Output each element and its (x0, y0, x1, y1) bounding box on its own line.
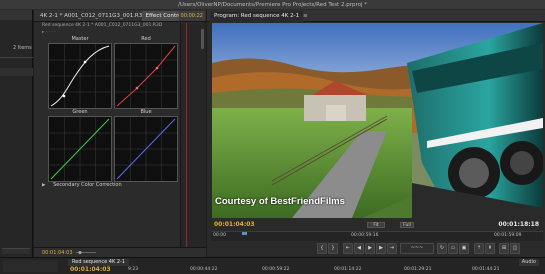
step-forward-icon[interactable]: ▶ (376, 243, 386, 254)
zoom-slider-icon[interactable] (76, 250, 96, 255)
secondary-cc-label: Secondary Color Correction (53, 182, 122, 188)
tab-timeline-sequence[interactable]: Red sequence 4K 2-1 (68, 259, 129, 266)
effect-controls-subrow: ▸ · · · · (42, 28, 142, 35)
window-title: /Users/OliverNP/Documents/Premiere Pro P… (0, 0, 545, 10)
curve-label-green: Green (72, 109, 88, 115)
tab-menu-icon[interactable]: ≡ (303, 11, 308, 22)
timeline-tick-label: 00:00:59:22 (262, 267, 290, 272)
curve-blue[interactable] (114, 116, 178, 182)
program-duration-timecode: 00:01:18:18 (498, 221, 539, 228)
tab-program-monitor[interactable]: Program: Red sequence 4K 2-1 (210, 11, 304, 22)
program-time-row: 00:01:04:03 Fit Full 00:01:18:18 (207, 220, 545, 230)
timeline-current-timecode[interactable]: 00:01:04:03 (70, 266, 111, 274)
disclosure-triangle-icon[interactable]: ▶ (42, 183, 45, 188)
mini-timeline-playhead[interactable] (186, 23, 187, 252)
safe-margins-icon[interactable]: ▭ (448, 243, 458, 254)
zoom-level-select[interactable]: Fit (367, 222, 385, 228)
curve-label-blue: Blue (140, 109, 152, 115)
train-scene-image (212, 23, 543, 218)
output-icon[interactable]: ▣ (459, 243, 469, 254)
timeline-tick-label: 00:01:14:22 (334, 267, 362, 272)
jog-shuttle-control[interactable]: ~~~ (400, 243, 434, 254)
timeline-panel: Red sequence 4K 2-1 00:01:04:03 9:23 00:… (0, 257, 545, 274)
go-to-in-icon[interactable]: ⇤ (343, 243, 353, 254)
curve-red[interactable] (114, 43, 178, 109)
project-panel: 2 Items (0, 10, 33, 257)
project-panel-header (0, 10, 32, 20)
lift-icon[interactable]: ⇡ (474, 243, 484, 254)
effect-controls-clip-name: 4K 2-1 * A001_C012_0711G3_001.R3D (40, 13, 147, 19)
curve-master[interactable] (48, 43, 112, 109)
timeline-left-controls[interactable] (3, 260, 58, 272)
curve-label-red: Red (141, 36, 151, 42)
timeline-tick-label: 00:00:44:22 (190, 267, 218, 272)
project-divider (0, 57, 33, 58)
mark-in-icon[interactable]: { (317, 243, 327, 254)
timeline-tick-label: 00:01:29:21 (404, 267, 432, 272)
play-icon[interactable]: ▶ (365, 243, 375, 254)
program-monitor-tabbar: Program: Red sequence 4K 2-1 ≡ (207, 10, 545, 22)
ruler-label: 00:01:59:09 (494, 233, 522, 238)
project-panel-buttons[interactable] (2, 248, 30, 254)
program-time-ruler[interactable]: 00:00 00:00:59:16 00:01:59:09 (211, 231, 543, 241)
effect-controls-timeline-time: 00:00:22 (178, 11, 205, 21)
project-list-row[interactable] (0, 68, 33, 76)
curve-green[interactable] (48, 116, 112, 182)
export-frame-icon[interactable]: ◫ (510, 243, 520, 254)
project-item-count: 2 Items (13, 45, 32, 51)
program-current-timecode[interactable]: 00:01:04:03 (214, 221, 255, 229)
scrollbar-thumb[interactable] (201, 29, 204, 49)
subrow-blur-text: ▸ · · · · (42, 30, 56, 35)
effect-controls-mini-timeline[interactable] (180, 23, 206, 252)
program-monitor-panel: Program: Red sequence 4K 2-1 ≡ Courtesy … (207, 10, 545, 257)
effect-controls-panel: 4K 2-1 * A001_C012_0711G3_001.R3D Effect… (34, 10, 206, 257)
playhead-marker-icon[interactable] (242, 232, 247, 235)
loop-icon[interactable]: ↻ (437, 243, 447, 254)
program-video-frame: Courtesy of BestFriendFilms (212, 23, 543, 218)
go-to-out-icon[interactable]: ⇥ (387, 243, 397, 254)
timeline-tick-label: 9:23 (128, 267, 139, 272)
ruler-label: 00:00 (213, 233, 226, 238)
secondary-color-correction-row[interactable]: ▶ Secondary Color Correction (42, 182, 122, 188)
effect-controls-footer: 00:01:04:03 (34, 247, 206, 257)
ruler-label: 00:00:59:16 (351, 233, 379, 238)
video-watermark-text: Courtesy of BestFriendFilms (215, 196, 345, 207)
timeline-tick-label: 00:01:44:21 (472, 267, 500, 272)
resolution-select[interactable]: Full (400, 222, 414, 228)
tab-audio-meters[interactable]: Audio (518, 259, 539, 266)
mark-out-icon[interactable]: } (328, 243, 338, 254)
effect-controls-tabbar: 4K 2-1 * A001_C012_0711G3_001.R3D Effect… (34, 10, 206, 22)
curve-label-master: Master (71, 36, 89, 42)
extract-icon[interactable]: ⇞ (485, 243, 495, 254)
transport-controls: { } ⇤ ◀ ▶ ▶ ⇥ ~~~ ↻ ▭ ▣ ⇡ ⇞ ⊞ ◫ (317, 243, 529, 255)
trim-icon[interactable]: ⊞ (499, 243, 509, 254)
step-back-icon[interactable]: ◀ (354, 243, 364, 254)
